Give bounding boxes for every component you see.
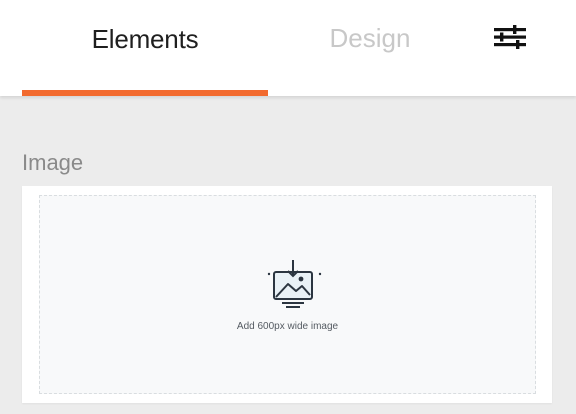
image-block-card: Add 600px wide image bbox=[22, 186, 552, 403]
top-tab-bar: Elements Design bbox=[0, 0, 576, 96]
settings-button[interactable] bbox=[491, 22, 529, 52]
active-tab-indicator bbox=[22, 90, 268, 96]
sliders-icon bbox=[494, 25, 526, 49]
image-dropzone[interactable]: Add 600px wide image bbox=[39, 195, 536, 394]
tab-elements[interactable]: Elements bbox=[22, 0, 268, 96]
image-upload-icon bbox=[267, 260, 322, 308]
tab-design-label: Design bbox=[329, 22, 411, 53]
image-upload-hint: Add 600px wide image bbox=[236, 321, 339, 332]
tab-design[interactable]: Design bbox=[280, 0, 460, 96]
tab-elements-label: Elements bbox=[91, 23, 199, 54]
image-section-title: Image bbox=[22, 150, 84, 175]
